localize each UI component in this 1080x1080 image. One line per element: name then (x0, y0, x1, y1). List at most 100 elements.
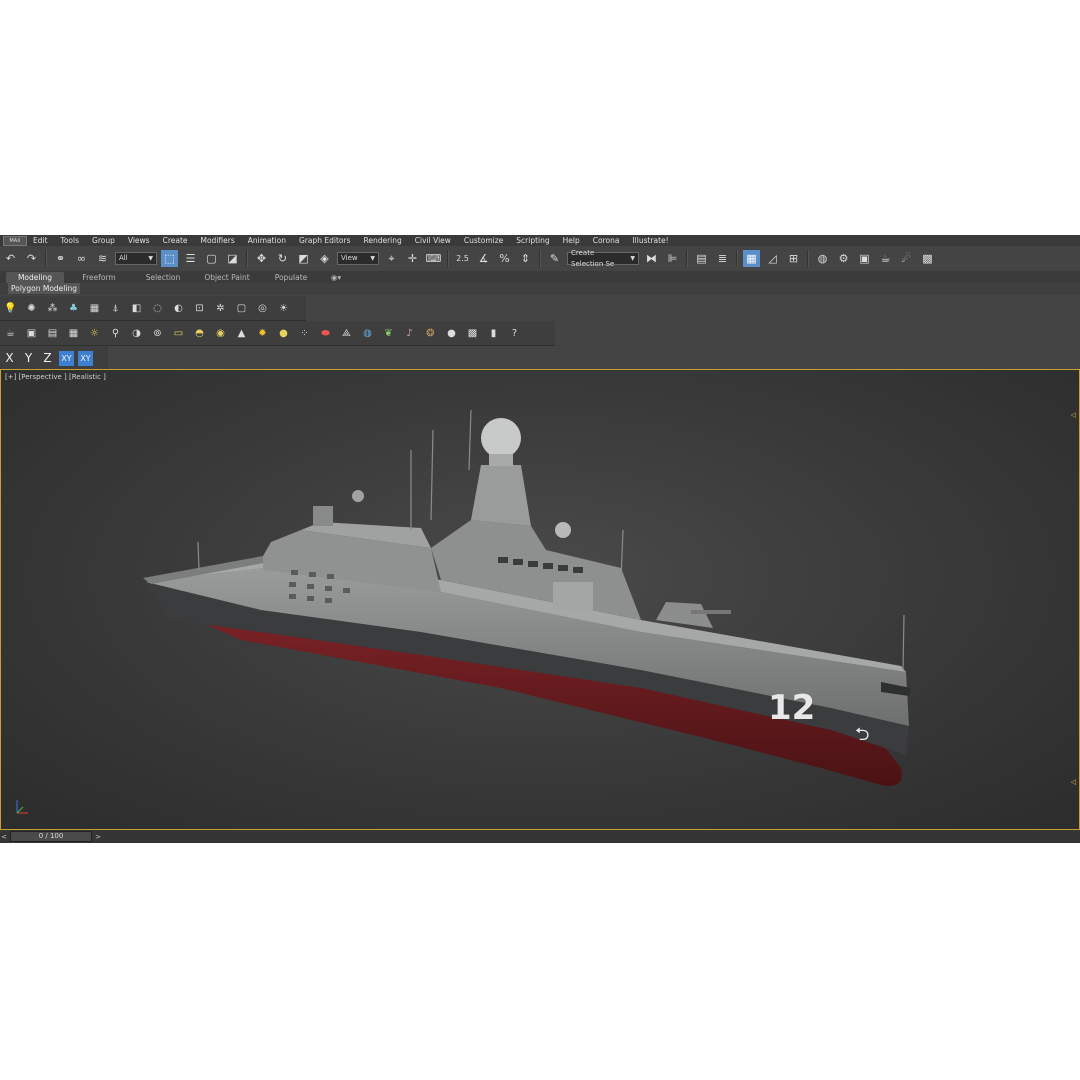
shell-icon[interactable]: ❂ (422, 325, 439, 342)
table-icon[interactable]: ▦ (65, 325, 82, 342)
moon-icon[interactable]: ◑ (128, 325, 145, 342)
effect-icon[interactable]: ✲ (212, 300, 229, 317)
tab-freeform[interactable]: Freeform (70, 272, 128, 283)
lightbulb-icon[interactable]: ☼ (86, 325, 103, 342)
rendered-frame-window-icon[interactable]: ▣ (856, 250, 873, 267)
tab-selection[interactable]: Selection (134, 272, 192, 283)
angle-snap-icon[interactable]: ∡ (475, 250, 492, 267)
battery-icon[interactable]: ▮ (485, 325, 502, 342)
time-prev-button[interactable]: < (0, 832, 8, 842)
schematic-view-icon[interactable]: ⊞ (785, 250, 802, 267)
window-crossing-icon[interactable]: ◪ (224, 250, 241, 267)
help-icon[interactable]: ? (506, 325, 523, 342)
horn-icon[interactable]: ♪ (401, 325, 418, 342)
eye-icon[interactable]: ◎ (254, 300, 271, 317)
time-next-button[interactable]: > (94, 832, 102, 842)
menu-group[interactable]: Group (92, 236, 115, 245)
redo-icon[interactable]: ↷ (23, 250, 40, 267)
capsule-icon[interactable]: ⬬ (317, 325, 334, 342)
menu-rendering[interactable]: Rendering (363, 236, 401, 245)
app-logo[interactable]: MAX (3, 235, 27, 246)
selection-filter-dropdown[interactable]: All ▼ (115, 252, 157, 265)
percent-snap-icon[interactable]: % (496, 250, 513, 267)
sun-light-icon[interactable]: ✹ (254, 325, 271, 342)
menu-help[interactable]: Help (563, 236, 580, 245)
select-manipulate-icon[interactable]: ✛ (404, 250, 421, 267)
move-icon[interactable]: ✥ (253, 250, 270, 267)
scale-icon[interactable]: ◩ (295, 250, 312, 267)
menu-modifiers[interactable]: Modifiers (201, 236, 235, 245)
menu-illustrate[interactable]: Illustrate! (632, 236, 668, 245)
tab-object-paint[interactable]: Object Paint (198, 272, 256, 283)
dome-icon[interactable]: ◓ (191, 325, 208, 342)
axis-y-button[interactable]: Y (21, 351, 36, 366)
render-icon[interactable]: ▣ (23, 325, 40, 342)
ribbon-options-icon[interactable]: ◉▾ (326, 272, 346, 283)
select-object-icon[interactable]: ⬚ (161, 250, 178, 267)
curve-editor-icon[interactable]: ◿ (764, 250, 781, 267)
align-icon[interactable]: ⊫ (664, 250, 681, 267)
menu-edit[interactable]: Edit (33, 236, 48, 245)
axis-x-button[interactable]: X (2, 351, 17, 366)
unlink-icon[interactable]: ∞ (73, 250, 90, 267)
tab-populate[interactable]: Populate (262, 272, 320, 283)
pattern-icon[interactable]: ⁘ (296, 325, 313, 342)
axis-xy-flyout-button[interactable]: XY (78, 350, 93, 366)
polygon-modeling-label[interactable]: Polygon Modeling (8, 283, 80, 294)
menu-civil-view[interactable]: Civil View (415, 236, 451, 245)
door-icon[interactable]: ◧ (128, 300, 145, 317)
material-editor-icon[interactable]: ◍ (814, 250, 831, 267)
leaf-icon[interactable]: ❦ (380, 325, 397, 342)
spinner-snap-icon[interactable]: ⇕ (517, 250, 534, 267)
particles-icon[interactable]: ⁂ (44, 300, 61, 317)
sun-icon[interactable]: ✺ (23, 300, 40, 317)
pivot-center-icon[interactable]: ⌖ (383, 250, 400, 267)
menu-animation[interactable]: Animation (248, 236, 286, 245)
rotate-icon[interactable]: ↻ (274, 250, 291, 267)
stairs-icon[interactable]: ⍋ (107, 300, 124, 317)
sphere-icon[interactable]: ● (443, 325, 460, 342)
link-icon[interactable]: ⚭ (52, 250, 69, 267)
axis-xy-button[interactable]: XY (59, 350, 74, 366)
ship-model[interactable]: 12 ⮌ (1, 370, 1079, 829)
globe-icon[interactable]: ◍ (359, 325, 376, 342)
foliage-icon[interactable]: ♣ (65, 300, 82, 317)
toggle-ribbon-icon[interactable]: ≣ (714, 250, 731, 267)
pyramid-icon[interactable]: ⟁ (338, 325, 355, 342)
menu-views[interactable]: Views (128, 236, 150, 245)
camera-icon[interactable]: ⊚ (149, 325, 166, 342)
snaps-toggle-button[interactable]: 2.5 (454, 250, 471, 267)
mirror-icon[interactable]: ⧓ (643, 250, 660, 267)
sphere-light-icon[interactable]: ● (275, 325, 292, 342)
time-slider[interactable]: 0 / 100 (10, 831, 92, 842)
menu-create[interactable]: Create (163, 236, 188, 245)
scene-explorer-icon[interactable]: ▦ (743, 250, 760, 267)
list-icon[interactable]: ▤ (44, 325, 61, 342)
render-production-icon[interactable]: ☕ (877, 250, 894, 267)
perspective-viewport[interactable]: [+] [Perspective ] [Realistic ] ◁ ◁ 12 ⮌ (0, 369, 1080, 830)
grid-texture-icon[interactable]: ▩ (464, 325, 481, 342)
menu-tools[interactable]: Tools (61, 236, 79, 245)
select-by-name-icon[interactable]: ☰ (182, 250, 199, 267)
sphere-map-icon[interactable]: ◐ (170, 300, 187, 317)
tab-modeling[interactable]: Modeling (6, 272, 64, 283)
rectangle-selection-icon[interactable]: ▢ (203, 250, 220, 267)
bulb-icon[interactable]: ☀ (275, 300, 292, 317)
light-icon[interactable]: 💡 (2, 300, 19, 317)
reference-coordinate-dropdown[interactable]: View ▼ (337, 252, 379, 265)
target-icon[interactable]: ⊡ (191, 300, 208, 317)
fish-icon[interactable]: ⚲ (107, 325, 124, 342)
render-setup-icon[interactable]: ⚙ (835, 250, 852, 267)
menu-scripting[interactable]: Scripting (516, 236, 549, 245)
plane-icon[interactable]: ▭ (170, 325, 187, 342)
edit-named-selection-icon[interactable]: ✎ (546, 250, 563, 267)
teapot-icon[interactable]: ☕ (2, 325, 19, 342)
menu-customize[interactable]: Customize (464, 236, 503, 245)
named-selection-dropdown[interactable]: Create Selection Se ▼ (567, 249, 639, 268)
layer-manager-icon[interactable]: ▤ (693, 250, 710, 267)
box-icon[interactable]: ▢ (233, 300, 250, 317)
render-iterative-icon[interactable]: ☄ (898, 250, 915, 267)
menu-corona[interactable]: Corona (593, 236, 620, 245)
placement-icon[interactable]: ◈ (316, 250, 333, 267)
menu-graph-editors[interactable]: Graph Editors (299, 236, 351, 245)
